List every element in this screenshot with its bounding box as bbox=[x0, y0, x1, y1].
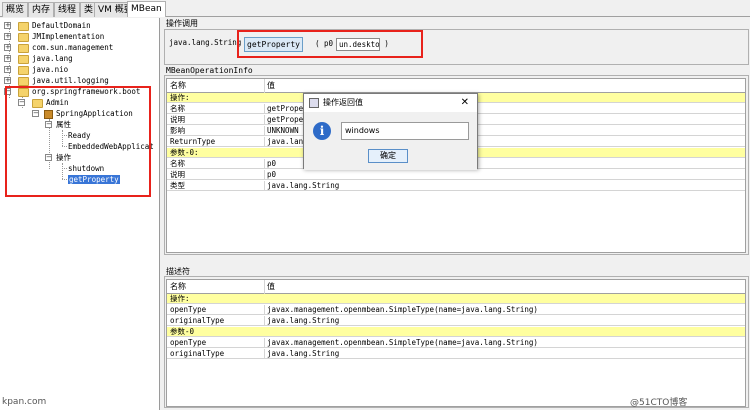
folder-icon bbox=[18, 21, 29, 31]
info-section-label: MBeanOperationInfo bbox=[166, 66, 253, 75]
invoke-section-label: 操作调用 bbox=[166, 19, 198, 28]
dialog-body: i windows 确定 bbox=[304, 112, 477, 170]
info-table-header: 名称 值 bbox=[167, 79, 745, 93]
cell-name: 操作: bbox=[170, 93, 190, 102]
cell-name: openType bbox=[170, 338, 207, 347]
table-row[interactable]: 参数-0 bbox=[167, 327, 745, 337]
ok-button[interactable]: 确定 bbox=[368, 149, 408, 163]
tab-overview[interactable]: 概览 bbox=[2, 2, 29, 17]
return-value-dialog[interactable]: 操作返回值 ✕ i windows 确定 bbox=[303, 93, 478, 170]
table-row[interactable]: 说明 p0 bbox=[167, 170, 745, 180]
tab-threads[interactable]: 线程 bbox=[54, 2, 81, 17]
header-name[interactable]: 名称 bbox=[170, 280, 263, 294]
tab-bar: 概览 内存 线程 类 VM 概要 MBean bbox=[0, 0, 750, 17]
return-value-field[interactable]: windows bbox=[341, 122, 469, 140]
cell-name: 参数-0 bbox=[170, 327, 195, 336]
header-value[interactable]: 值 bbox=[264, 79, 743, 93]
cell-name: 说明 bbox=[170, 170, 185, 179]
close-icon[interactable]: ✕ bbox=[461, 94, 469, 112]
cell-name: originalType bbox=[170, 349, 225, 358]
dialog-titlebar[interactable]: 操作返回值 ✕ bbox=[304, 94, 477, 112]
expand-icon[interactable]: + bbox=[4, 77, 11, 84]
table-row[interactable]: 操作: bbox=[167, 294, 745, 304]
table-row[interactable]: originalType java.lang.String bbox=[167, 349, 745, 359]
dialog-title: 操作返回值 bbox=[323, 98, 363, 107]
watermark-right: @51CTO博客 bbox=[630, 398, 688, 408]
expand-icon[interactable]: + bbox=[4, 66, 11, 73]
cell-name: ReturnType bbox=[170, 137, 216, 146]
cell-name: originalType bbox=[170, 316, 225, 325]
header-value[interactable]: 值 bbox=[264, 280, 743, 294]
descriptor-table-header: 名称 值 bbox=[167, 280, 745, 294]
folder-icon bbox=[18, 54, 29, 64]
expand-icon[interactable]: + bbox=[4, 22, 11, 29]
cell-value: java.lang.String bbox=[264, 181, 743, 191]
folder-icon bbox=[18, 76, 29, 86]
cell-name: 名称 bbox=[170, 104, 185, 113]
expand-icon[interactable]: + bbox=[4, 33, 11, 40]
cell-value: java.lang.String bbox=[264, 316, 743, 326]
expand-icon[interactable]: + bbox=[4, 55, 11, 62]
highlight-box-tree bbox=[5, 86, 151, 197]
table-row[interactable]: originalType java.lang.String bbox=[167, 316, 745, 326]
cell-name: 操作: bbox=[170, 294, 190, 303]
cell-value: java.lang.String bbox=[264, 349, 743, 359]
table-row[interactable]: 类型 java.lang.String bbox=[167, 181, 745, 191]
folder-icon bbox=[18, 65, 29, 75]
table-row[interactable]: openType javax.management.openmbean.Simpl… bbox=[167, 305, 745, 315]
tab-memory[interactable]: 内存 bbox=[28, 2, 55, 17]
folder-icon bbox=[18, 43, 29, 53]
descriptor-table: 名称 值 操作: openType javax.management.openmbe… bbox=[166, 279, 746, 407]
cell-value: javax.management.openmbean.SimpleType(na… bbox=[264, 338, 743, 348]
return-type-label: java.lang.String bbox=[169, 38, 242, 47]
watermark-left: kpan.com bbox=[2, 397, 47, 407]
java-app-icon bbox=[309, 98, 319, 108]
cell-name: 说明 bbox=[170, 115, 185, 124]
mbean-tree[interactable]: + DefaultDomain + JMImplementation + com… bbox=[0, 18, 160, 410]
info-icon: i bbox=[313, 122, 331, 140]
cell-value: javax.management.openmbean.SimpleType(na… bbox=[264, 305, 743, 315]
cell-name: openType bbox=[170, 305, 207, 314]
cell-value: p0 bbox=[264, 170, 743, 180]
cell-name: 名称 bbox=[170, 159, 185, 168]
table-row[interactable]: openType javax.management.openmbean.Simpl… bbox=[167, 338, 745, 348]
expand-icon[interactable]: + bbox=[4, 44, 11, 51]
cell-name: 参数-0: bbox=[170, 148, 199, 157]
cell-name: 影响 bbox=[170, 126, 185, 135]
tab-mbean[interactable]: MBean bbox=[127, 1, 166, 17]
folder-icon bbox=[18, 32, 29, 42]
operation-panel: 操作调用 java.lang.String getProperty ( p0 u… bbox=[162, 18, 750, 410]
header-name[interactable]: 名称 bbox=[170, 79, 263, 93]
cell-name: 类型 bbox=[170, 181, 185, 190]
highlight-box-invoke bbox=[237, 30, 423, 58]
